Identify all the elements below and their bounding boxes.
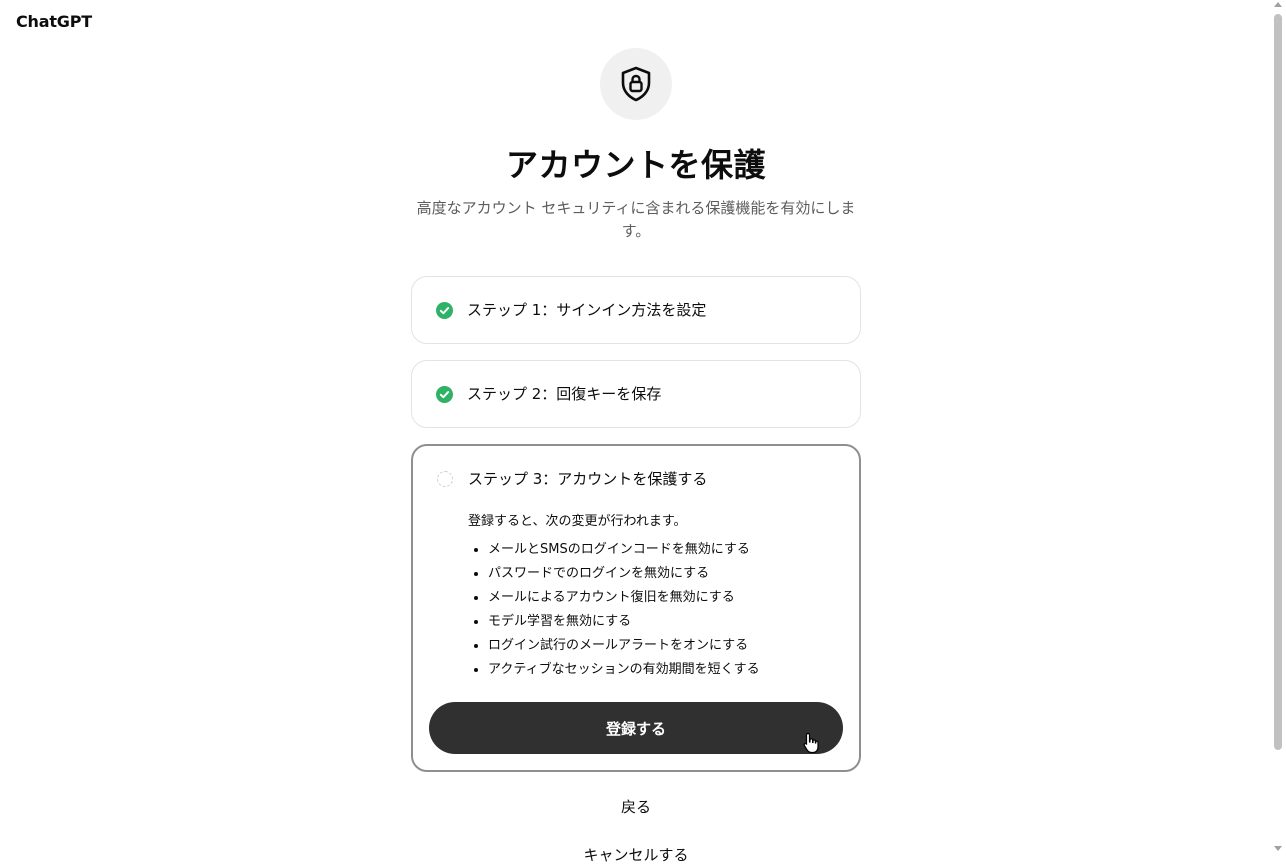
page-subtitle: 高度なアカウント セキュリティに含まれる保護機能を有効にします。 (416, 199, 856, 240)
list-item: メールによるアカウント復旧を無効にする (488, 586, 760, 610)
list-item: ログイン試行のメールアラートをオンにする (488, 634, 760, 658)
dashed-circle-icon (437, 471, 453, 487)
scroll-down-arrow-icon[interactable] (1274, 846, 1282, 851)
list-item: アクティブなセッションの有効期間を短くする (488, 658, 760, 682)
step-2-card: ステップ 2：回復キーを保存 (411, 360, 861, 428)
scroll-up-arrow-icon[interactable] (1274, 2, 1282, 7)
step-3-label: ステップ 3：アカウントを保護する (468, 470, 708, 488)
changes-list: メールとSMSのログインコードを無効にする パスワードでのログインを無効にする … (468, 538, 760, 682)
step-2-label: ステップ 2：回復キーを保存 (467, 385, 662, 403)
back-link[interactable]: 戻る (411, 796, 861, 818)
check-circle-icon (436, 302, 453, 319)
step-1-label: ステップ 1：サインイン方法を設定 (467, 301, 707, 319)
register-button[interactable]: 登録する (429, 702, 843, 754)
shield-lock-icon (600, 48, 672, 120)
scrollbar-thumb[interactable] (1274, 14, 1282, 750)
page-title: アカウントを保護 (505, 146, 766, 184)
brand-logo[interactable]: ChatGPT (16, 12, 92, 31)
hand-cursor-icon (803, 732, 819, 754)
list-item: パスワードでのログインを無効にする (488, 562, 760, 586)
list-item: メールとSMSのログインコードを無効にする (488, 538, 760, 562)
step-1-card: ステップ 1：サインイン方法を設定 (411, 276, 861, 344)
list-item: モデル学習を無効にする (488, 610, 760, 634)
scrollbar[interactable] (1273, 0, 1283, 855)
step-3-intro: 登録すると、次の変更が行われます。 (468, 514, 687, 529)
step-3-card: ステップ 3：アカウントを保護する 登録すると、次の変更が行われます。 メールと… (411, 444, 861, 772)
check-circle-icon (436, 386, 453, 403)
cancel-link[interactable]: キャンセルする (411, 844, 861, 866)
